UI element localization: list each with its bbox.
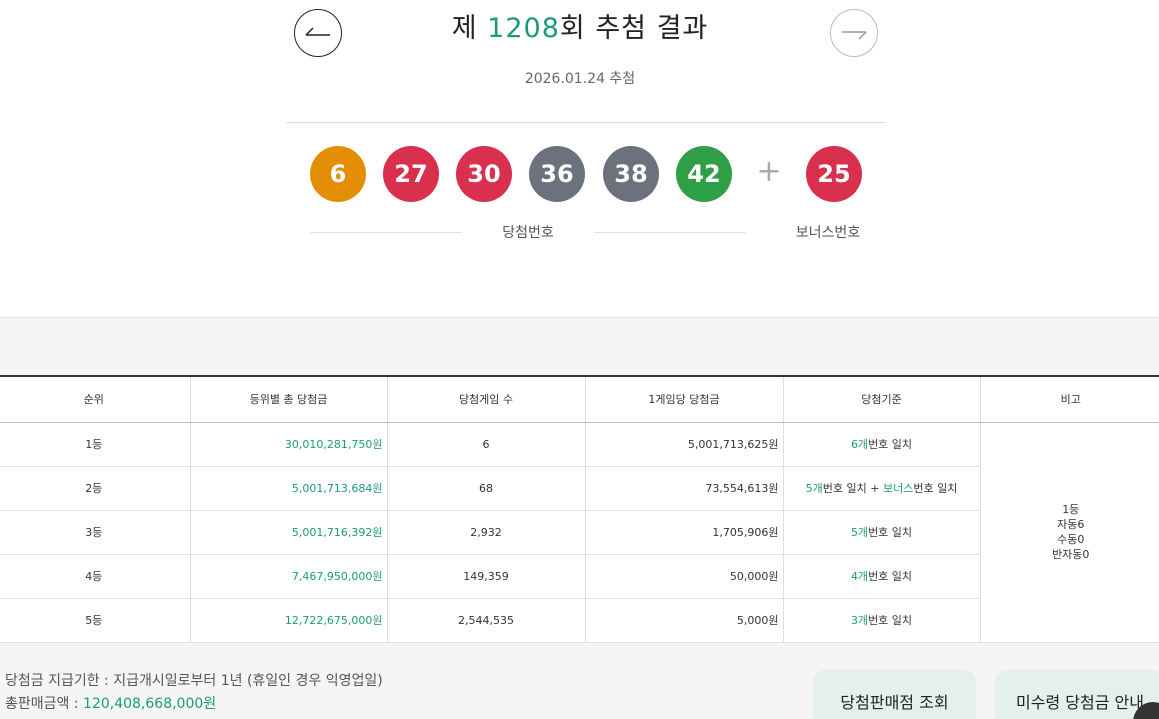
winning-ball: 6	[310, 146, 366, 202]
total-sales-value: 120,408,668,000원	[83, 696, 217, 712]
plus-sign: +	[756, 154, 782, 189]
next-round-button[interactable]	[830, 9, 878, 57]
column-header: 당첨기준	[783, 375, 981, 423]
column-header: 비고	[980, 375, 1159, 423]
winner-count-cell: 2,544,535	[387, 598, 586, 643]
per-game-prize-cell: 5,000원	[585, 598, 784, 643]
draw-date: 2026.01.24 추첨	[524, 71, 636, 87]
rank-cell: 1등	[0, 422, 191, 467]
criteria-cell: 6개번호 일치	[783, 422, 981, 467]
rank-cell: 2등	[0, 466, 191, 511]
table-row: 1등 30,010,281,750원 6 5,001,713,625원 6개번호…	[0, 422, 1159, 643]
winning-stores-button[interactable]: 당첨판매점 조회	[813, 670, 976, 719]
round-number: 1208	[487, 13, 560, 44]
rank-cell: 4등	[0, 554, 191, 599]
prize-table: 순위 등위별 총 당첨금 당첨게임 수 1게임당 당첨금 당첨기준 비고 1등 …	[0, 375, 1159, 643]
winning-ball: 42	[676, 146, 732, 202]
column-header: 1게임당 당첨금	[585, 375, 784, 423]
per-game-prize-cell: 5,001,713,625원	[585, 422, 784, 467]
page-title: 제 1208회 추첨 결과	[451, 13, 709, 44]
table-header-row: 순위 등위별 총 당첨금 당첨게임 수 1게임당 당첨금 당첨기준 비고	[0, 375, 1159, 423]
caption-line	[594, 232, 746, 233]
caption-line	[310, 232, 462, 233]
criteria-cell: 3개번호 일치	[783, 598, 981, 643]
column-header: 순위	[0, 375, 191, 423]
winning-ball: 36	[529, 146, 585, 202]
bonus-number-caption: 보너스번호	[795, 225, 861, 241]
winner-count-cell: 6	[387, 422, 586, 467]
per-game-prize-cell: 73,554,613원	[585, 466, 784, 511]
per-game-prize-cell: 1,705,906원	[585, 510, 784, 555]
total-prize-cell: 5,001,713,684원	[190, 466, 388, 511]
per-game-prize-cell: 50,000원	[585, 554, 784, 599]
total-sales: 총판매금액 : 120,408,668,000원	[5, 696, 217, 712]
criteria-cell: 5개번호 일치	[783, 510, 981, 555]
total-prize-cell: 12,722,675,000원	[190, 598, 388, 643]
criteria-cell: 5개번호 일치 + 보너스번호 일치	[783, 466, 981, 511]
winning-ball: 38	[603, 146, 659, 202]
rank-cell: 5등	[0, 598, 191, 643]
column-header: 당첨게임 수	[387, 375, 586, 423]
arrow-left-icon	[305, 27, 330, 36]
bonus-ball: 25	[806, 146, 862, 202]
column-header: 등위별 총 당첨금	[190, 375, 388, 423]
total-prize-cell: 7,467,950,000원	[190, 554, 388, 599]
note-cell: 1등 자동6 수동0 반자동0	[980, 422, 1159, 643]
winner-count-cell: 149,359	[387, 554, 586, 599]
winning-ball: 30	[456, 146, 512, 202]
winning-numbers-caption: 당첨번호	[502, 225, 554, 241]
divider	[286, 122, 886, 123]
winner-count-cell: 2,932	[387, 510, 586, 555]
prev-round-button[interactable]	[294, 9, 342, 57]
total-prize-cell: 5,001,716,392원	[190, 510, 388, 555]
rank-cell: 3등	[0, 510, 191, 555]
total-prize-cell: 30,010,281,750원	[190, 422, 388, 467]
payout-deadline: 당첨금 지급기한 : 지급개시일로부터 1년 (휴일인 경우 익영업일)	[5, 673, 383, 689]
arrow-right-icon	[842, 31, 867, 40]
lotto-result-page: 제 1208회 추첨 결과 2026.01.24 추첨 6 27 30 36 3…	[0, 0, 1159, 719]
criteria-cell: 4개번호 일치	[783, 554, 981, 599]
winning-ball: 27	[383, 146, 439, 202]
winner-count-cell: 68	[387, 466, 586, 511]
payout-info: 당첨금 지급기한 : 지급개시일로부터 1년 (휴일인 경우 익영업일) 총판매…	[5, 670, 383, 716]
